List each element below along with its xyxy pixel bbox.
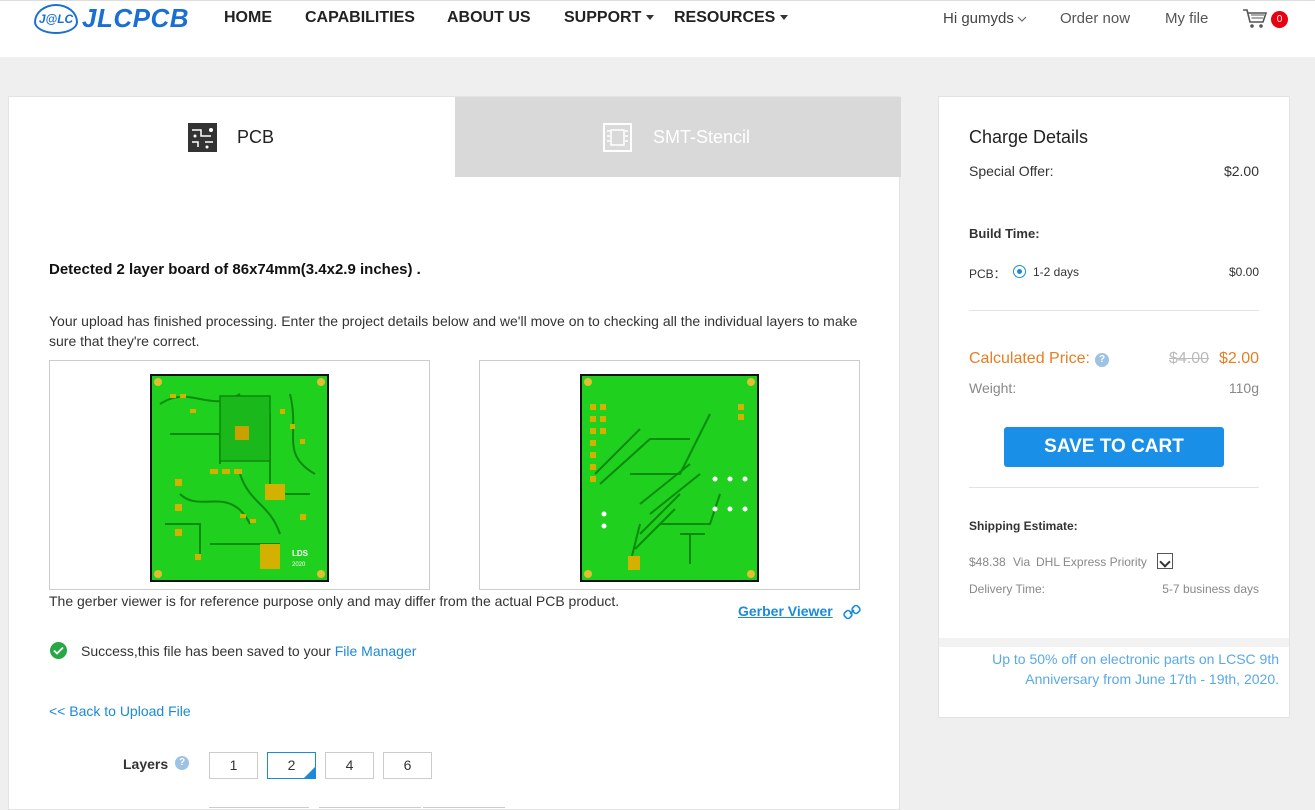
cart-icon[interactable] — [1242, 8, 1268, 30]
build-time-price: $0.00 — [1228, 265, 1259, 279]
stencil-icon — [603, 123, 632, 152]
pcb-silk-label: LDS — [292, 549, 309, 558]
tab-smt-stencil[interactable]: SMT-Stencil — [455, 97, 901, 177]
build-time-option[interactable]: 1-2 days — [1033, 265, 1079, 279]
back-to-upload-link[interactable]: << Back to Upload File — [49, 703, 191, 719]
layer-option-6[interactable]: 6 — [383, 752, 432, 779]
pcb-icon — [188, 123, 217, 152]
lcsc-promo-link[interactable]: Up to 50% off on electronic parts on LCS… — [969, 649, 1279, 689]
jlcpcb-logo[interactable]: J@LC JLCPCB — [34, 3, 189, 34]
layer-option-4[interactable]: 4 — [325, 752, 374, 779]
nav-capabilities[interactable]: CAPABILITIES — [305, 9, 415, 27]
promo-band — [939, 638, 1289, 647]
success-message: Success,this file has been saved to your… — [81, 643, 416, 659]
nav-support[interactable]: SUPPORT — [564, 9, 655, 27]
build-time-radio[interactable] — [1013, 265, 1026, 278]
pcb-bottom-preview — [479, 360, 860, 590]
special-offer-value: $2.00 — [1223, 163, 1259, 179]
layer-option-1[interactable]: 1 — [209, 752, 258, 779]
weight-label: Weight: — [969, 380, 1017, 396]
viewer-disclaimer: The gerber viewer is for reference purpo… — [49, 593, 620, 609]
user-greeting: Hi gumyds — [943, 10, 1014, 27]
delivery-time-label: Delivery Time: — [969, 582, 1046, 596]
shipping-method-dropdown[interactable] — [1157, 553, 1173, 569]
chevron-down-icon — [1017, 16, 1027, 22]
pcb-bottom-image — [580, 374, 759, 582]
tab-pcb-label: PCB — [237, 127, 275, 147]
delivery-time-value: 5-7 business days — [1162, 582, 1259, 596]
quote-panel: PCB SMT-Stencil Detected 2 layer board o… — [8, 96, 901, 810]
shipping-cost: $48.38 — [969, 555, 1006, 569]
calculated-price: $2.00 — [1218, 350, 1259, 367]
check-icon — [50, 642, 67, 659]
pcb-top-preview: LDS 2020 — [49, 360, 430, 590]
build-pcb-label: PCB： — [969, 267, 1006, 281]
link-icon[interactable] — [843, 603, 861, 621]
user-menu[interactable]: Hi gumyds — [943, 10, 1027, 27]
charge-details-title: Charge Details — [969, 127, 1089, 147]
cart-count-badge: 0 — [1271, 11, 1288, 28]
chevron-down-icon — [780, 15, 789, 21]
logo-mark: J@LC — [34, 3, 78, 34]
nav-about-us[interactable]: ABOUT US — [447, 9, 531, 27]
order-now-link[interactable]: Order now — [1060, 10, 1130, 27]
help-icon[interactable]: ? — [175, 756, 189, 770]
calculated-price-label: Calculated Price: — [969, 350, 1090, 367]
original-price: $4.00 — [1169, 350, 1210, 367]
special-offer-label: Special Offer: — [969, 163, 1054, 179]
weight-value: 110g — [1228, 380, 1259, 396]
save-to-cart-button[interactable]: SAVE TO CART — [1004, 427, 1224, 467]
success-message-text: Success,this file has been saved to your — [81, 643, 335, 659]
chevron-down-icon — [646, 15, 655, 21]
shipping-via: Via — [1013, 555, 1031, 569]
charge-details-panel: Charge Details Special Offer: $2.00 Buil… — [938, 96, 1290, 718]
detection-summary: Detected 2 layer board of 86x74mm(3.4x2.… — [49, 261, 421, 278]
nav-home[interactable]: HOME — [224, 9, 272, 27]
logo-text: JLCPCB — [82, 3, 190, 33]
tab-smt-stencil-label: SMT-Stencil — [653, 127, 751, 147]
divider — [969, 310, 1259, 311]
tab-pcb[interactable]: PCB — [9, 97, 455, 177]
help-icon[interactable]: ? — [1095, 353, 1109, 367]
divider — [969, 487, 1259, 488]
nav-resources[interactable]: RESOURCES — [674, 9, 789, 27]
build-time-label: Build Time: — [969, 226, 1040, 241]
layers-label: Layers — [123, 756, 169, 772]
shipping-estimate-label: Shipping Estimate: — [969, 519, 1078, 533]
pcb-silk-year: 2020 — [292, 562, 306, 568]
top-header: J@LC JLCPCB HOME CAPABILITIES ABOUT US S… — [0, 0, 1315, 57]
shipping-method: DHL Express Priority — [1036, 555, 1147, 569]
gerber-viewer-link[interactable]: Gerber Viewer — [738, 603, 833, 619]
nav-support-label: SUPPORT — [564, 9, 642, 26]
pcb-top-image: LDS 2020 — [150, 374, 329, 582]
upload-message: Your upload has finished processing. Ent… — [49, 313, 858, 349]
file-manager-link[interactable]: File Manager — [335, 643, 417, 659]
layer-option-2[interactable]: 2 — [267, 752, 316, 779]
nav-resources-label: RESOURCES — [674, 9, 776, 26]
my-file-link[interactable]: My file — [1165, 10, 1208, 27]
